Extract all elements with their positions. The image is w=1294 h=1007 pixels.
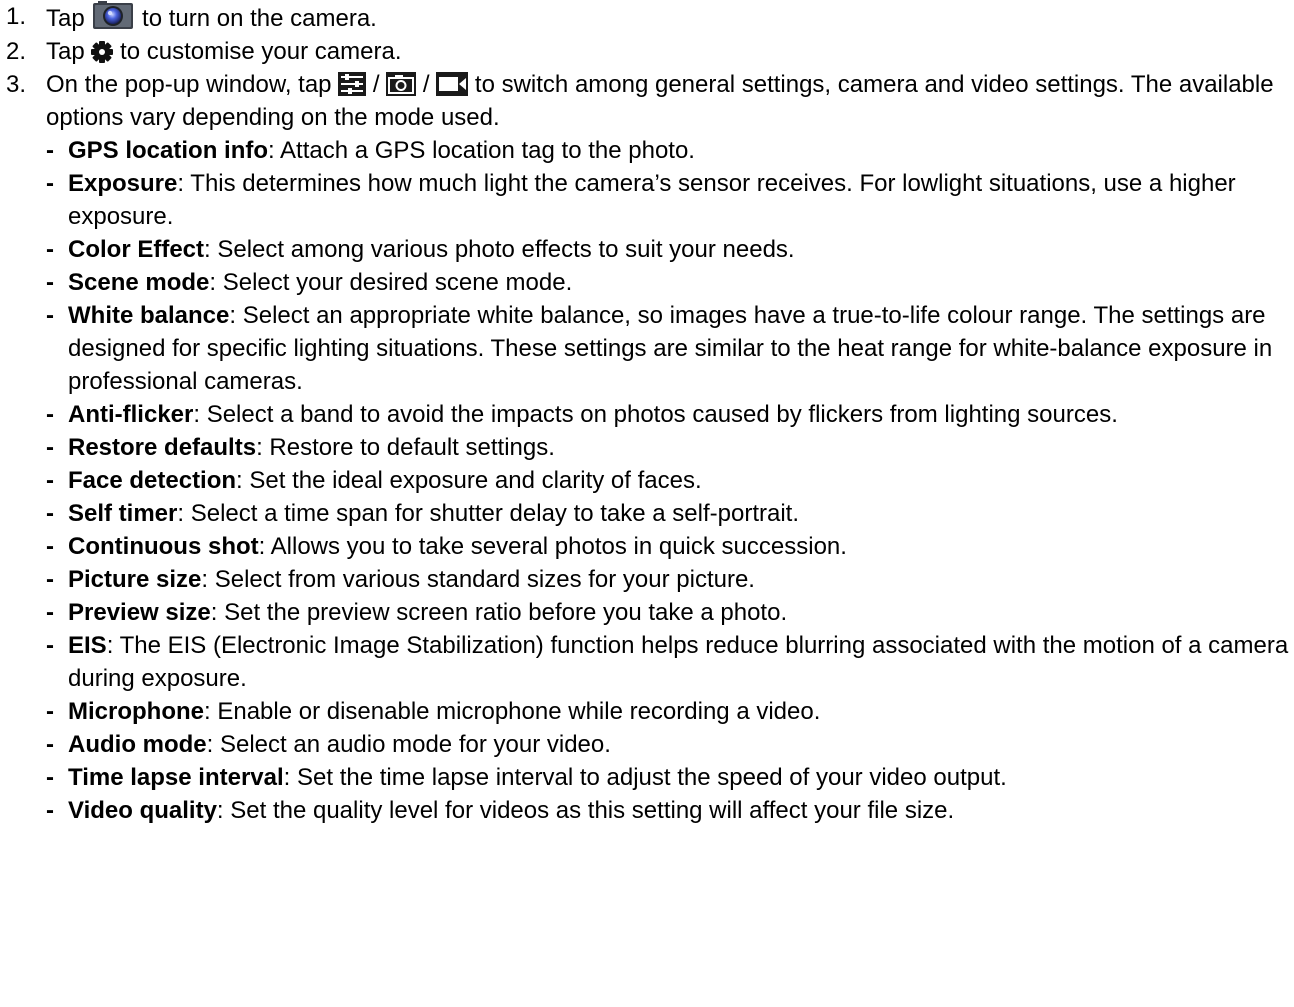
setting-description: Set the ideal exposure and clarity of fa…: [242, 467, 702, 494]
term-separator: :: [216, 797, 224, 824]
setting-description: Select your desired scene mode.: [216, 269, 573, 296]
step-number: 1.: [6, 3, 27, 30]
setting-term: Audio mode: [68, 731, 207, 758]
setting-description: Set the preview screen ratio before you …: [217, 599, 788, 626]
bullet-dash: -: [46, 401, 54, 428]
list-item: - Self timer: Select a time span for shut…: [0, 497, 1294, 530]
term-separator: :: [236, 467, 243, 494]
setting-term: Anti-flicker: [68, 401, 194, 428]
bullet-dash: -: [46, 269, 54, 296]
term-separator: :: [204, 698, 211, 725]
list-item: - Continuous shot: Allows you to take sev…: [0, 530, 1294, 563]
setting-term: Picture size: [68, 566, 202, 593]
step-number: 2.: [6, 38, 27, 65]
bullet-dash: -: [46, 566, 54, 593]
setting-term: Preview size: [68, 599, 211, 626]
list-item: - Face detection: Set the ideal exposure …: [0, 464, 1294, 497]
bullet-dash: -: [46, 434, 54, 461]
list-item: - Scene mode: Select your desired scene m…: [0, 266, 1294, 299]
step-text-before: Tap: [46, 5, 85, 32]
bullet-dash: -: [46, 467, 54, 494]
term-separator: :: [256, 434, 263, 461]
general-settings-icon: [338, 72, 367, 96]
step-2: 2. Tap to customise your camera.: [0, 35, 1294, 68]
list-item: - Video quality: Set the quality level fo…: [0, 794, 1294, 827]
step-1: 1. Tap to turn on the camera.: [0, 0, 1294, 35]
setting-term: Self timer: [68, 500, 178, 527]
video-settings-icon: [436, 72, 469, 96]
list-item: - Restore defaults: Restore to default se…: [0, 431, 1294, 464]
bullet-dash: -: [46, 533, 54, 560]
setting-term: Video quality: [68, 797, 217, 824]
camera-app-icon: [91, 0, 135, 30]
icon-separator: /: [372, 71, 380, 98]
step-text-after: to customise your camera.: [120, 38, 402, 65]
list-item: - Preview size: Set the preview screen ra…: [0, 596, 1294, 629]
camera-settings-icon: [386, 72, 417, 96]
step-text-after: to turn on the camera.: [142, 5, 377, 32]
bullet-dash: -: [46, 731, 54, 758]
setting-description: Select a band to avoid the impacts on ph…: [200, 401, 1118, 428]
bullet-dash: -: [46, 797, 54, 824]
setting-term: Color Effect: [68, 236, 205, 263]
step-text-before: Tap: [46, 38, 85, 65]
list-item: - Time lapse interval: Set the time lapse…: [0, 761, 1294, 794]
setting-description: This determines how much light the camer…: [68, 170, 1236, 230]
list-item: - Exposure: This determines how much ligh…: [0, 167, 1294, 233]
setting-term: White balance: [68, 302, 230, 329]
setting-description: Select an audio mode for your video.: [213, 731, 611, 758]
list-item: - GPS location info: Attach a GPS locatio…: [0, 134, 1294, 167]
list-item: - Audio mode: Select an audio mode for yo…: [0, 728, 1294, 761]
list-item: - EIS: The EIS (Electronic Image Stabiliz…: [0, 629, 1294, 695]
setting-description: Attach a GPS location tag to the photo.: [274, 137, 695, 164]
setting-description: Select an appropriate white balance, so …: [68, 302, 1273, 395]
step-text-before: On the pop-up window, tap: [46, 71, 332, 98]
setting-description: The EIS (Electronic Image Stabilization)…: [68, 632, 1289, 692]
setting-description: Set the quality level for videos as this…: [223, 797, 955, 824]
setting-term: Exposure: [68, 170, 178, 197]
term-separator: :: [268, 137, 275, 164]
setting-term: Face detection: [68, 467, 237, 494]
list-item: - White balance: Select an appropriate wh…: [0, 299, 1294, 398]
list-item: - Color Effect: Select among various phot…: [0, 233, 1294, 266]
bullet-dash: -: [46, 764, 54, 791]
setting-description: Allows you to take several photos in qui…: [265, 533, 847, 560]
setting-term: Scene mode: [68, 269, 210, 296]
setting-term: Restore defaults: [68, 434, 257, 461]
bullet-dash: -: [46, 632, 54, 659]
setting-description: Restore to default settings.: [262, 434, 555, 461]
setting-description: Set the time lapse interval to adjust th…: [290, 764, 1007, 791]
bullet-dash: -: [46, 137, 54, 164]
list-item: - Anti-flicker: Select a band to avoid th…: [0, 398, 1294, 431]
step-3: 3. On the pop-up window, tap / / to swit…: [0, 68, 1294, 134]
setting-term: EIS: [68, 632, 107, 659]
setting-description: Select a time span for shutter delay to …: [184, 500, 800, 527]
term-separator: :: [204, 236, 211, 263]
setting-term: Time lapse interval: [68, 764, 284, 791]
setting-description: Enable or disenable microphone while rec…: [210, 698, 821, 725]
icon-separator: /: [422, 71, 430, 98]
bullet-dash: -: [46, 236, 54, 263]
bullet-dash: -: [46, 302, 54, 329]
settings-list: - GPS location info: Attach a GPS locatio…: [0, 134, 1294, 827]
setting-term: Microphone: [68, 698, 204, 725]
instructions-document: 1. Tap to turn on the camera. 2. Tap to …: [0, 0, 1294, 827]
bullet-dash: -: [46, 698, 54, 725]
bullet-dash: -: [46, 170, 54, 197]
bullet-dash: -: [46, 599, 54, 626]
step-number: 3.: [6, 71, 27, 98]
setting-term: Continuous shot: [68, 533, 259, 560]
bullet-dash: -: [46, 500, 54, 527]
list-item: - Picture size: Select from various stand…: [0, 563, 1294, 596]
gear-icon: [91, 41, 114, 63]
setting-description: Select among various photo effects to su…: [210, 236, 795, 263]
list-item: - Microphone: Enable or disenable microph…: [0, 695, 1294, 728]
setting-term: GPS location info: [68, 137, 269, 164]
setting-description: Select from various standard sizes for y…: [208, 566, 755, 593]
